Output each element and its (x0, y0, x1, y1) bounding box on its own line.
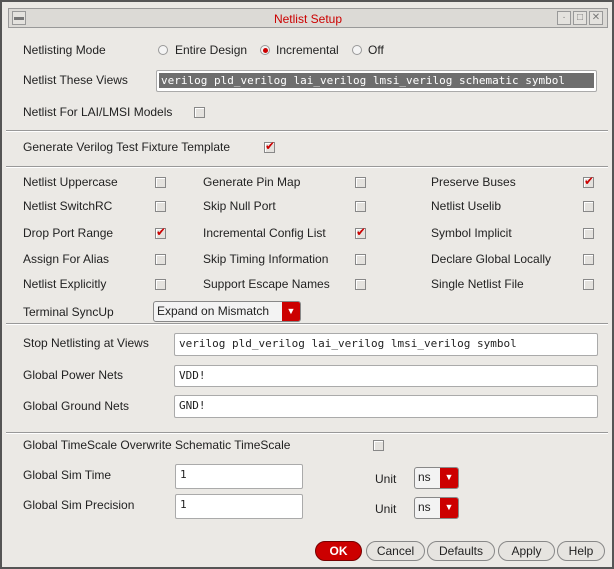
defaults-button[interactable]: Defaults (427, 541, 495, 561)
simtime-input[interactable]: 1 (175, 464, 303, 489)
option-label: Declare Global Locally (431, 252, 552, 266)
option-label: Assign For Alias (23, 252, 110, 266)
timescale-label: Global TimeScale Overwrite Schematic Tim… (23, 438, 291, 452)
radio-label: Entire Design (175, 43, 248, 57)
window-title: Netlist Setup (273, 12, 343, 26)
divider (6, 323, 608, 325)
option-checkbox[interactable] (583, 201, 594, 212)
unit-label: Unit (375, 472, 397, 486)
stop-label: Stop Netlisting at Views (23, 336, 149, 350)
simprec-unit-select[interactable]: ns ▼ (414, 497, 459, 519)
radio-incremental[interactable] (260, 45, 270, 55)
fixture-label: Generate Verilog Test Fixture Template (23, 140, 230, 154)
option-checkbox[interactable] (355, 225, 366, 239)
syncup-label: Terminal SyncUp (23, 305, 114, 319)
simtime-unit-select[interactable]: ns ▼ (414, 467, 459, 489)
timescale-checkbox[interactable] (373, 440, 384, 451)
simprec-input[interactable]: 1 (175, 494, 303, 519)
ok-button[interactable]: OK (315, 541, 362, 561)
unit-value: ns (418, 500, 431, 514)
option-checkbox[interactable] (355, 177, 366, 188)
maximize-icon[interactable]: □ (573, 11, 587, 25)
power-nets-input[interactable]: VDD! (174, 365, 598, 387)
simtime-label: Global Sim Time (23, 468, 112, 482)
netlisting-mode-label: Netlisting Mode (23, 43, 106, 57)
option-checkbox[interactable] (155, 201, 166, 212)
option-checkbox[interactable] (355, 254, 366, 265)
netlist-views-value: verilog pld_verilog lai_verilog lmsi_ver… (159, 73, 594, 88)
title-bar[interactable]: ▬ Netlist Setup · □ ✕ (8, 8, 608, 28)
chevron-down-icon: ▼ (440, 468, 458, 488)
option-checkbox[interactable] (583, 228, 594, 239)
unit-value: ns (418, 470, 431, 484)
radio-label: Incremental (276, 43, 339, 57)
ground-label: Global Ground Nets (23, 399, 130, 413)
option-checkbox[interactable] (583, 174, 594, 188)
option-label: Netlist Explicitly (23, 277, 107, 291)
radio-entire-design[interactable] (158, 45, 168, 55)
netlist-views-label: Netlist These Views (23, 73, 128, 87)
option-checkbox[interactable] (355, 201, 366, 212)
power-label: Global Power Nets (23, 368, 124, 382)
option-label: Support Escape Names (203, 277, 330, 291)
option-checkbox[interactable] (155, 177, 166, 188)
stop-views-input[interactable]: verilog pld_verilog lai_verilog lmsi_ver… (174, 333, 598, 356)
chevron-down-icon: ▼ (282, 302, 300, 321)
chevron-down-icon: ▼ (440, 498, 458, 518)
option-label: Symbol Implicit (431, 226, 512, 240)
lai-checkbox[interactable] (194, 107, 205, 118)
minimize-icon[interactable]: · (557, 11, 571, 25)
option-checkbox[interactable] (583, 254, 594, 265)
option-label: Netlist Uselib (431, 199, 502, 213)
option-label: Single Netlist File (431, 277, 524, 291)
option-label: Skip Timing Information (203, 252, 329, 266)
option-checkbox[interactable] (355, 279, 366, 290)
option-label: Netlist Uppercase (23, 175, 118, 189)
option-checkbox[interactable] (155, 254, 166, 265)
cancel-button[interactable]: Cancel (366, 541, 425, 561)
close-icon[interactable]: ✕ (589, 11, 603, 25)
divider (6, 432, 608, 434)
netlist-views-input[interactable]: verilog pld_verilog lai_verilog lmsi_ver… (156, 70, 597, 92)
radio-off[interactable] (352, 45, 362, 55)
divider (6, 166, 608, 168)
option-label: Preserve Buses (431, 175, 516, 189)
option-label: Drop Port Range (23, 226, 114, 240)
help-button[interactable]: Help (557, 541, 605, 561)
radio-label: Off (368, 43, 384, 57)
divider (6, 130, 608, 132)
lai-label: Netlist For LAI/LMSI Models (23, 105, 173, 119)
unit-label: Unit (375, 502, 397, 516)
option-label: Netlist SwitchRC (23, 199, 113, 213)
apply-button[interactable]: Apply (498, 541, 555, 561)
ground-nets-input[interactable]: GND! (174, 395, 598, 418)
option-checkbox[interactable] (155, 225, 166, 239)
fixture-checkbox[interactable] (264, 139, 275, 153)
simprec-label: Global Sim Precision (23, 498, 135, 512)
option-checkbox[interactable] (155, 279, 166, 290)
option-label: Generate Pin Map (203, 175, 301, 189)
option-label: Incremental Config List (203, 226, 326, 240)
syncup-value: Expand on Mismatch (157, 304, 270, 318)
syncup-select[interactable]: Expand on Mismatch ▼ (153, 301, 301, 322)
option-label: Skip Null Port (203, 199, 276, 213)
option-checkbox[interactable] (583, 279, 594, 290)
